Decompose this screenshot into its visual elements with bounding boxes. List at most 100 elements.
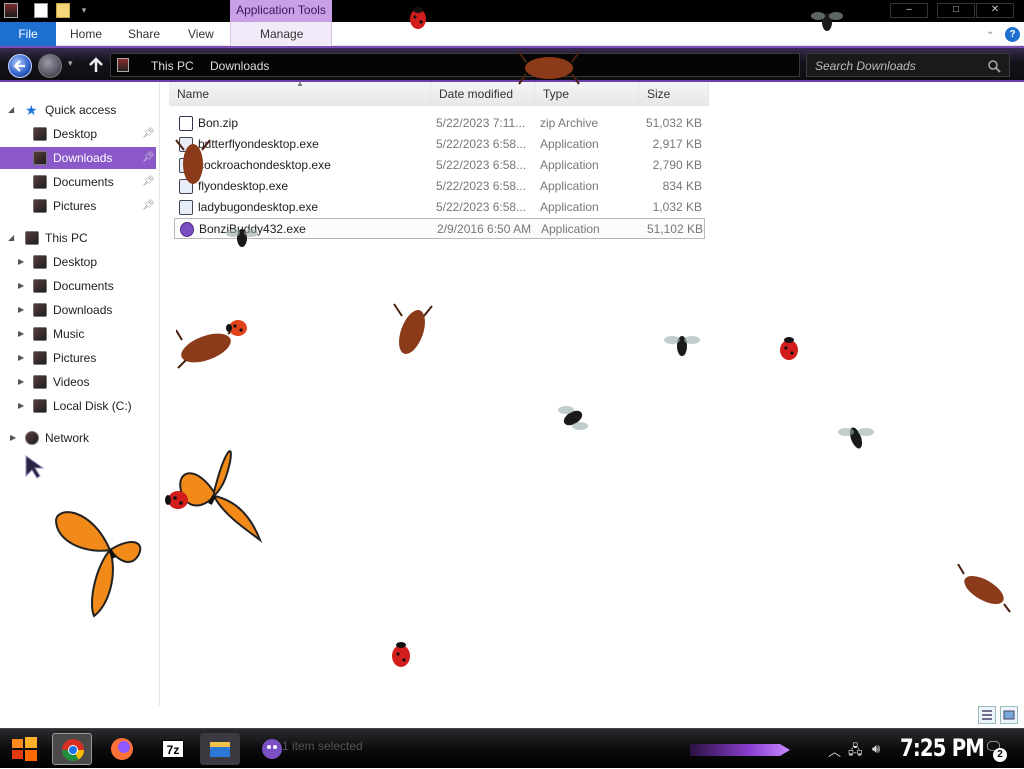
- file-name: flyondesktop.exe: [198, 179, 289, 193]
- collapsed-chevron-icon[interactable]: ▶: [10, 427, 16, 449]
- tab-view[interactable]: View: [188, 22, 214, 46]
- nav-this-pc-label: This PC: [45, 231, 88, 245]
- up-arrow-icon: [89, 57, 103, 72]
- file-row[interactable]: ladybugondesktop.exe 5/22/2023 6:58... A…: [174, 197, 705, 218]
- address-bar[interactable]: This PC Downloads: [110, 53, 800, 77]
- zip-icon: [179, 116, 193, 131]
- pictures-folder-icon: [33, 351, 47, 365]
- new-folder-icon[interactable]: [56, 3, 70, 18]
- collapsed-chevron-icon[interactable]: ▶: [18, 371, 24, 393]
- column-header-date[interactable]: Date modified: [431, 82, 535, 106]
- clock[interactable]: 7:25 PM: [900, 734, 985, 762]
- file-size: 834 KB: [662, 179, 702, 193]
- nav-pc-downloads[interactable]: ▶ Downloads: [0, 299, 156, 321]
- taskbar-7zip[interactable]: 7z: [152, 733, 192, 765]
- nav-qa-downloads[interactable]: Downloads 📌︎: [0, 147, 156, 169]
- network-tray-icon[interactable]: 🖧︎: [848, 741, 863, 763]
- nav-pc-pictures[interactable]: ▶ Pictures: [0, 347, 156, 369]
- file-date: 2/9/2016 6:50 AM: [437, 222, 532, 236]
- column-header-type[interactable]: Type: [535, 82, 639, 106]
- back-arrow-icon: [13, 60, 25, 72]
- file-name: Bon.zip: [198, 116, 239, 130]
- nav-pc-documents-label: Documents: [53, 279, 114, 293]
- ribbon-expand-chevron-icon[interactable]: ⌄: [986, 26, 994, 37]
- column-header-size[interactable]: Size: [639, 82, 709, 106]
- file-type: Application: [540, 137, 599, 151]
- mouse-cursor-icon: [25, 455, 45, 479]
- collapsed-chevron-icon[interactable]: ▶: [18, 323, 24, 345]
- customize-chevron-icon[interactable]: ▾: [77, 3, 91, 18]
- large-icons-view-button[interactable]: [1000, 706, 1018, 724]
- file-size: 51,032 KB: [645, 116, 702, 130]
- computer-icon: [25, 231, 39, 245]
- close-button[interactable]: ✕: [976, 3, 1014, 18]
- file-row[interactable]: butterflyondesktop.exe 5/22/2023 6:58...…: [174, 134, 705, 155]
- details-view-button[interactable]: [978, 706, 996, 724]
- nav-pc-pictures-label: Pictures: [53, 351, 97, 365]
- nav-qa-downloads-label: Downloads: [53, 151, 113, 165]
- bonzi-icon: [180, 222, 194, 237]
- file-type: Application: [541, 222, 600, 236]
- collapsed-chevron-icon[interactable]: ▶: [18, 395, 24, 417]
- breadcrumb-this-pc[interactable]: This PC: [151, 59, 194, 73]
- taskbar: 7z ︿ 🖧︎ 🔊︎ 7:25 PM 🗨︎ 2: [0, 728, 1024, 768]
- nav-pc-local-disk[interactable]: ▶ Local Disk (C:): [0, 395, 156, 417]
- taskbar-chrome[interactable]: [52, 733, 92, 765]
- nav-pc-music[interactable]: ▶ Music: [0, 323, 156, 345]
- nav-pc-videos[interactable]: ▶ Videos: [0, 371, 156, 393]
- search-icon[interactable]: [987, 59, 1001, 73]
- volume-icon[interactable]: 🔊︎: [872, 741, 880, 757]
- nav-network[interactable]: ▶ Network: [0, 427, 156, 449]
- nav-qa-pictures[interactable]: Pictures 📌︎: [0, 195, 156, 217]
- show-hidden-icons-chevron-icon[interactable]: ︿: [828, 741, 841, 760]
- file-row-focused[interactable]: BonziBuddy432.exe 2/9/2016 6:50 AM Appli…: [174, 218, 705, 239]
- windows-logo-icon: [12, 737, 37, 761]
- file-size: 51,102 KB: [646, 222, 703, 236]
- tab-file[interactable]: File: [0, 22, 56, 46]
- file-size: 2,917 KB: [652, 137, 702, 151]
- forward-button[interactable]: [38, 54, 62, 78]
- recent-locations-chevron-icon[interactable]: ▾: [68, 58, 73, 69]
- file-size: 1,032 KB: [652, 200, 702, 214]
- tab-home[interactable]: Home: [70, 22, 102, 46]
- file-row[interactable]: Bon.zip 5/22/2023 7:11... zip Archive 51…: [174, 113, 705, 134]
- breadcrumb-downloads[interactable]: Downloads: [210, 59, 269, 73]
- desktop-folder-icon: [33, 255, 47, 269]
- up-button[interactable]: [86, 55, 106, 75]
- downloads-folder-icon: [33, 151, 47, 165]
- help-button[interactable]: ?: [1005, 27, 1020, 42]
- desktop-folder-icon: [33, 127, 47, 141]
- collapsed-chevron-icon[interactable]: ▶: [18, 251, 24, 273]
- expanded-chevron-icon[interactable]: ◢: [8, 99, 14, 121]
- search-box[interactable]: Search Downloads: [806, 53, 1010, 77]
- nav-pc-documents[interactable]: ▶ Documents: [0, 275, 156, 297]
- search-placeholder: Search Downloads: [815, 59, 916, 73]
- tab-manage[interactable]: Manage: [260, 22, 303, 46]
- maximize-button[interactable]: □: [937, 3, 975, 18]
- nav-this-pc[interactable]: ◢ This PC: [0, 227, 156, 249]
- star-icon: ★: [25, 102, 38, 118]
- file-row[interactable]: flyondesktop.exe 5/22/2023 6:58... Appli…: [174, 176, 705, 197]
- nav-pc-music-label: Music: [53, 327, 85, 341]
- start-button[interactable]: [6, 733, 44, 765]
- nav-qa-desktop[interactable]: Desktop 📌︎: [0, 123, 156, 145]
- nav-pc-desktop[interactable]: ▶ Desktop: [0, 251, 156, 273]
- collapsed-chevron-icon[interactable]: ▶: [18, 299, 24, 321]
- tab-share[interactable]: Share: [128, 22, 160, 46]
- videos-folder-icon: [33, 375, 47, 389]
- file-row[interactable]: cockroachondesktop.exe 5/22/2023 6:58...…: [174, 155, 705, 176]
- nav-qa-desktop-label: Desktop: [53, 127, 98, 141]
- collapsed-chevron-icon[interactable]: ▶: [18, 347, 24, 369]
- expanded-chevron-icon[interactable]: ◢: [8, 227, 14, 249]
- taskbar-file-explorer[interactable]: [200, 733, 240, 765]
- taskbar-firefox[interactable]: [102, 733, 142, 765]
- minimize-button[interactable]: –: [890, 3, 928, 18]
- pin-icon: 📌︎: [142, 128, 155, 139]
- file-explorer-window: ▾ Application Tools Downloads – □ ✕ File…: [0, 0, 1024, 768]
- collapsed-chevron-icon[interactable]: ▶: [18, 275, 24, 297]
- nav-pc-desktop-label: Desktop: [53, 255, 98, 269]
- back-button[interactable]: [8, 54, 32, 78]
- properties-icon[interactable]: [34, 3, 48, 18]
- nav-qa-documents[interactable]: Documents 📌︎: [0, 171, 156, 193]
- nav-quick-access[interactable]: ◢ ★ Quick access: [0, 99, 156, 121]
